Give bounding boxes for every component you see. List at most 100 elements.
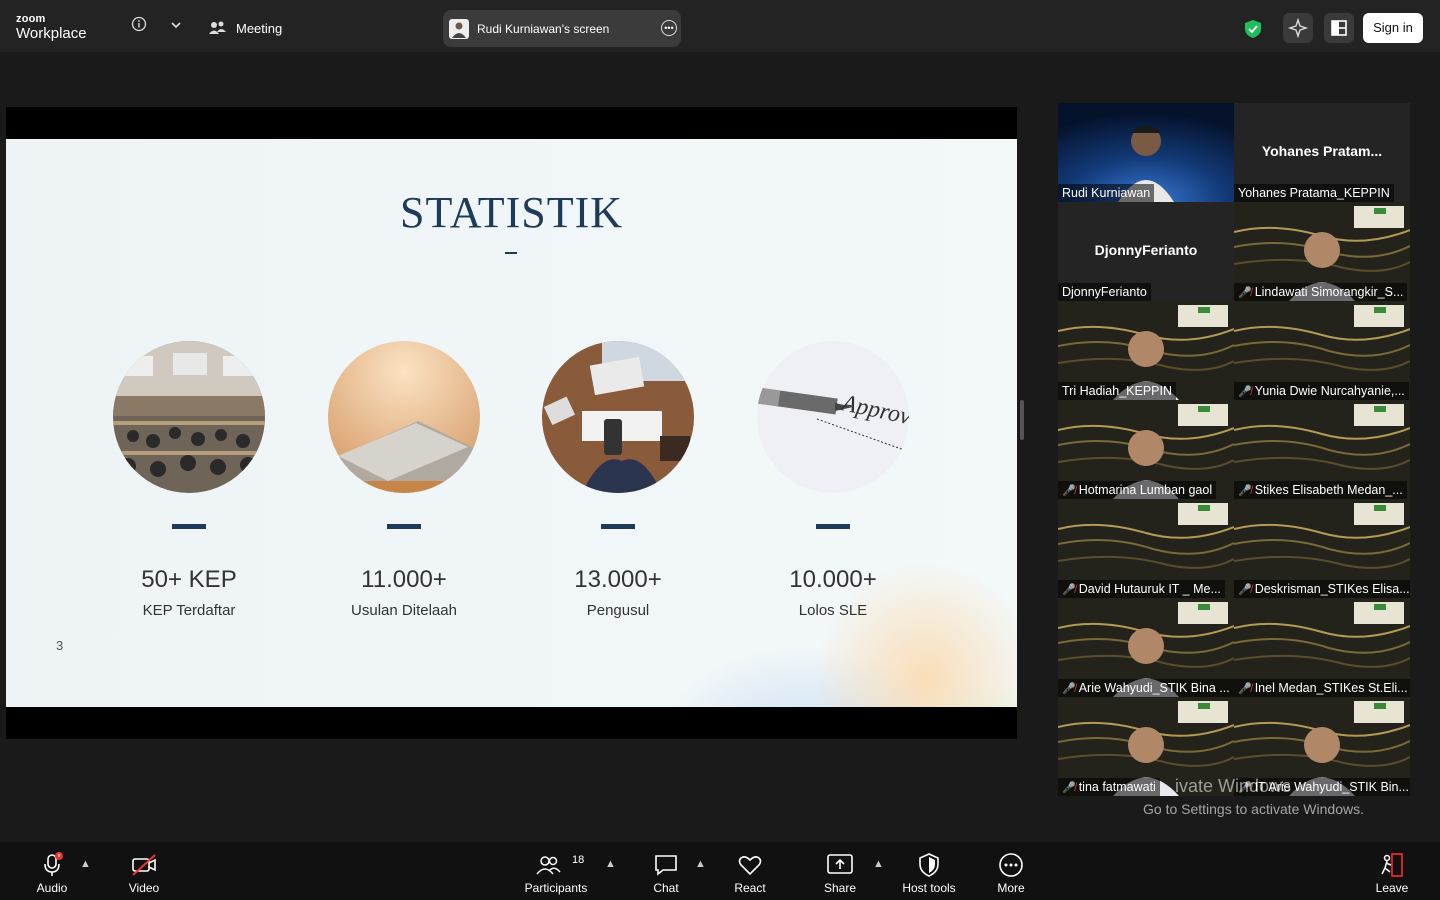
participant-name-tag: Tri Hadiah_KEPPIN	[1058, 382, 1176, 400]
muted-mic-icon: 🎤̸	[1238, 286, 1252, 299]
leave-button[interactable]: Leave	[1357, 852, 1427, 895]
ai-companion-button[interactable]	[1283, 13, 1313, 43]
participant-name-tag: Rudi Kurniawan	[1058, 184, 1155, 202]
resize-handle[interactable]	[1020, 400, 1024, 440]
video-button[interactable]: Video	[109, 852, 179, 895]
participant-tile[interactable]: 🎤̸ Inel Medan_STIKes St.Eli...	[1234, 598, 1410, 697]
slide-page-number: 3	[56, 638, 64, 653]
share-label-btn: Share	[823, 881, 857, 895]
participant-name-tag: 🎤̸ Lindawati Simorangkir_S...	[1234, 283, 1408, 301]
participant-name: Stikes Elisabeth Medan_...	[1254, 483, 1403, 497]
logo-top-text: zoom	[16, 13, 46, 25]
layout-icon	[1331, 20, 1347, 36]
participant-name: Lindawati Simorangkir_S...	[1254, 285, 1404, 299]
participant-name-tag: 🎤̸ Yunia Dwie Nurcahyanie,...	[1234, 382, 1409, 400]
meeting-toolbar: Audio ▲ Video 18 Participants ▲ Chat ▲ R…	[0, 842, 1440, 900]
stat-value: 11.000+	[361, 566, 447, 593]
stat-label: Usulan Ditelaah	[351, 602, 457, 619]
muted-mic-icon: 🎤̸	[1238, 484, 1252, 497]
presentation-slide: STATISTIK 50+ KEP KEP Terdaftar 11.000+ …	[6, 139, 1017, 707]
heart-icon	[738, 856, 762, 876]
muted-mic-icon: 🎤̸	[1238, 583, 1252, 596]
participant-tile[interactable]: Rudi Kurniawan	[1058, 103, 1234, 202]
participant-tile[interactable]: 🎤̸ Stikes Elisabeth Medan_...	[1234, 400, 1410, 499]
stat-divider	[601, 524, 635, 529]
host-shield-icon	[919, 853, 939, 877]
audio-button[interactable]: Audio	[17, 852, 87, 895]
stat-label: Pengusul	[586, 602, 650, 619]
logo-bottom-text: Workplace	[16, 25, 87, 42]
participant-tile[interactable]: 🎤̸ Yunia Dwie Nurcahyanie,...	[1234, 301, 1410, 400]
muted-mic-icon: 🎤̸	[1062, 484, 1076, 497]
participant-name: Arie Wahyudi_STIK Bina ...	[1078, 681, 1230, 695]
host-tools-label: Host tools	[902, 881, 956, 895]
stat-card-pengusul: 13.000+ Pengusul	[518, 341, 718, 619]
participant-name: tina fatmawati	[1078, 780, 1156, 794]
muted-mic-icon: 🎤̸	[1062, 682, 1076, 695]
participant-name: DjonnyFerianto	[1062, 285, 1147, 299]
participant-tile[interactable]: 🎤̸ Arie Wahyudi_STIK Bina ...	[1058, 598, 1234, 697]
participant-tile[interactable]: Tri Hadiah_KEPPIN	[1058, 301, 1234, 400]
sign-in-button[interactable]: Sign in	[1363, 13, 1423, 43]
participant-display-name: Yohanes Pratam...	[1261, 143, 1383, 159]
participant-tile[interactable]: DjonnyFerianto DjonnyFerianto	[1058, 202, 1234, 301]
participant-name: Tri Hadiah_KEPPIN	[1062, 384, 1172, 398]
conference-hall-photo	[113, 341, 265, 493]
participant-name-tag: 🎤̸ David Hutauruk IT _ Me...	[1058, 580, 1225, 598]
stat-value: 10.000+	[789, 566, 877, 593]
muted-mic-icon: 🎤̸	[1238, 682, 1252, 695]
stat-label: Lolos SLE	[798, 602, 868, 619]
share-options-caret[interactable]: ▲	[873, 858, 884, 870]
meeting-label: Meeting	[236, 20, 283, 36]
stat-label: KEP Terdaftar	[142, 602, 236, 619]
stat-card-usulan: 11.000+ Usulan Ditelaah	[304, 341, 504, 619]
react-button[interactable]: React	[715, 852, 785, 895]
pen-approval-photo: Approv	[757, 341, 909, 493]
participant-tile[interactable]: 🎤̸ Lindawati Simorangkir_S...	[1234, 202, 1410, 301]
more-label: More	[997, 881, 1025, 895]
host-tools-button[interactable]: Host tools	[894, 852, 964, 895]
chevron-down-icon[interactable]	[170, 18, 182, 34]
info-icon[interactable]	[131, 16, 147, 35]
participant-name-tag: 🎤̸ Inel Medan_STIKes St.Eli...	[1234, 679, 1410, 697]
meeting-button[interactable]: Meeting	[208, 20, 282, 36]
leave-icon	[1381, 853, 1403, 877]
view-layout-button[interactable]	[1324, 13, 1354, 43]
chat-button[interactable]: Chat	[631, 852, 701, 895]
more-icon	[999, 853, 1023, 877]
screen-share-indicator[interactable]: Rudi Kurniawan's screen •••	[443, 10, 681, 47]
muted-mic-icon: 🎤̸	[1238, 385, 1252, 398]
microphone-icon	[44, 852, 63, 876]
sharer-avatar	[449, 18, 469, 39]
participant-name-tag: 🎤̸ Arie Wahyudi_STIK Bina ...	[1058, 679, 1234, 697]
participant-tile[interactable]: 🎤̸ David Hutauruk IT _ Me...	[1058, 499, 1234, 598]
muted-mic-icon: 🎤̸	[1062, 583, 1076, 596]
more-options-icon[interactable]: •••	[661, 20, 677, 36]
chat-label: Chat	[653, 881, 679, 895]
participant-name-tag: 🎤̸ Deskrisman_STIKes Elisa...	[1234, 580, 1410, 598]
participant-tile[interactable]: Yohanes Pratam... Yohanes Pratama_KEPPIN	[1234, 103, 1410, 202]
more-button[interactable]: More	[976, 852, 1046, 895]
participant-tile[interactable]: 🎤̸ Deskrisman_STIKes Elisa...	[1234, 499, 1410, 598]
participant-name: Rudi Kurniawan	[1062, 186, 1151, 200]
participants-options-caret[interactable]: ▲	[605, 858, 616, 870]
participant-name-tag: DjonnyFerianto	[1058, 283, 1151, 301]
security-shield-icon[interactable]	[1244, 19, 1262, 44]
sparkle-icon	[1287, 17, 1309, 39]
audio-options-caret[interactable]: ▲	[80, 858, 91, 870]
participants-button[interactable]: 18 Participants	[521, 852, 591, 895]
participant-name-tag: 🎤̸ Stikes Elisabeth Medan_...	[1234, 481, 1407, 499]
share-screen-icon	[827, 854, 853, 874]
share-button[interactable]: Share	[805, 852, 875, 895]
windows-watermark-title: ivate Windows	[1175, 776, 1292, 796]
participant-name: David Hutauruk IT _ Me...	[1078, 582, 1221, 596]
participant-tile[interactable]: 🎤̸ Hotmarina Lumban gaol	[1058, 400, 1234, 499]
chat-options-caret[interactable]: ▲	[695, 858, 706, 870]
react-label: React	[734, 881, 766, 895]
stat-card-kep: 50+ KEP KEP Terdaftar	[89, 341, 289, 619]
participants-label: Participants	[524, 881, 588, 895]
windows-watermark-subtitle: Go to Settings to activate Windows.	[1143, 801, 1364, 817]
muted-mic-icon: 🎤̸	[1062, 781, 1076, 794]
video-label: Video	[128, 881, 160, 895]
title-underline	[505, 252, 517, 254]
